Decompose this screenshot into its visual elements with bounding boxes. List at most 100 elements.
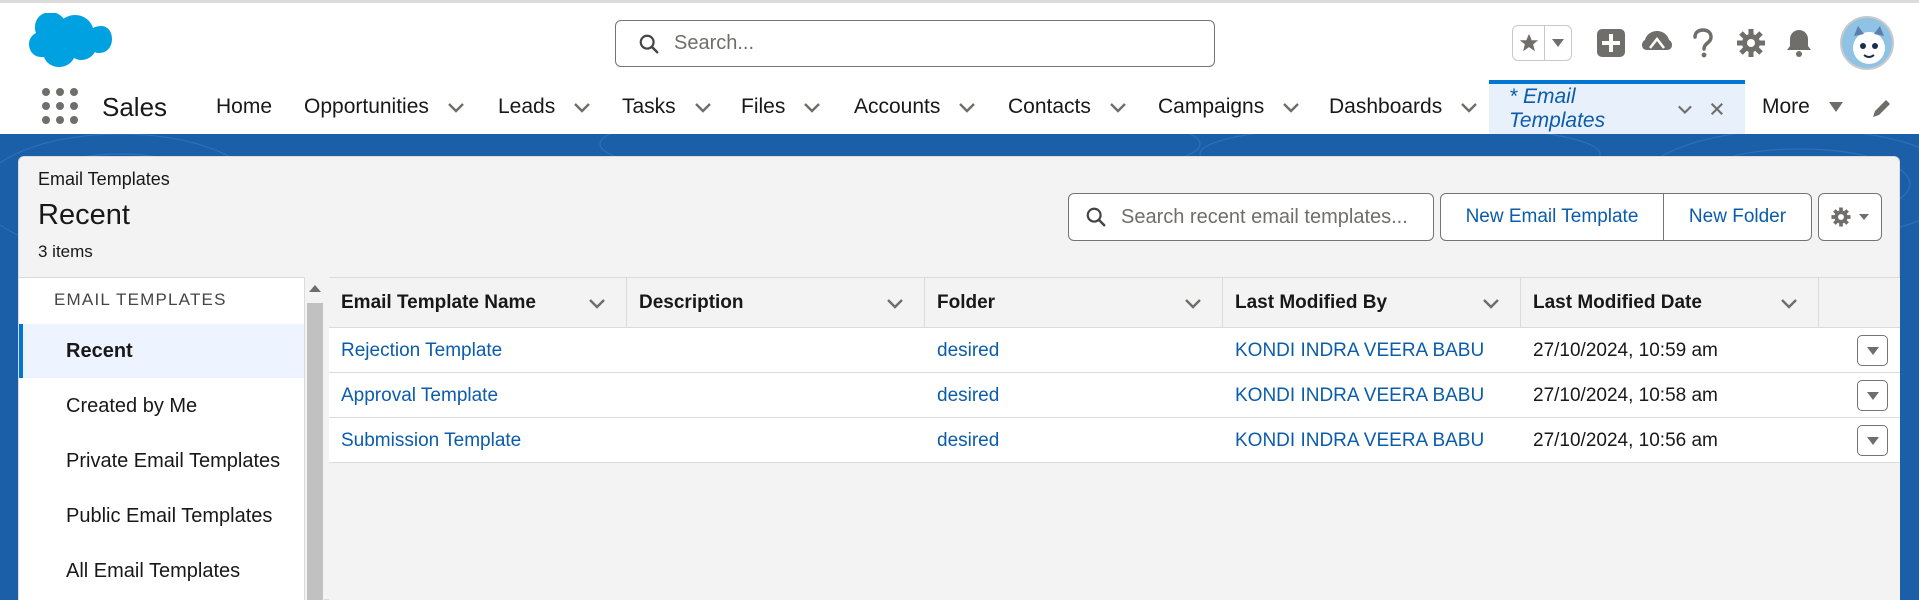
column-header-name[interactable]: Email Template Name <box>329 278 627 328</box>
list-view-title: Recent <box>38 199 130 231</box>
nav-more-menu[interactable]: More <box>1762 80 1844 134</box>
nav-tab-contacts[interactable]: Contacts <box>1008 80 1127 134</box>
global-header: Search... <box>0 0 1919 80</box>
pencil-icon[interactable] <box>1870 96 1894 120</box>
sidebar-item-recent[interactable]: Recent <box>19 324 304 378</box>
chevron-down-icon[interactable] <box>803 98 821 116</box>
row-actions-button[interactable] <box>1857 425 1888 456</box>
nav-tab-label: Tasks <box>622 95 676 118</box>
nav-tab-campaigns[interactable]: Campaigns <box>1158 80 1300 134</box>
nav-tab-tasks[interactable]: Tasks <box>622 80 712 134</box>
nav-tab-opportunities[interactable]: Opportunities <box>304 80 465 134</box>
chevron-down-icon[interactable] <box>1460 98 1478 116</box>
template-name-link[interactable]: Rejection Template <box>341 328 502 373</box>
favorites-button[interactable] <box>1513 26 1545 60</box>
close-icon[interactable] <box>1709 100 1725 118</box>
column-header-modified-date[interactable]: Last Modified Date <box>1521 278 1819 328</box>
folder-sidebar: EMAIL TEMPLATES Recent Created by Me Pri… <box>19 277 304 600</box>
sidebar-item-public[interactable]: Public Email Templates <box>19 489 304 543</box>
modified-by-link[interactable]: KONDI INDRA VEERA BABU <box>1235 373 1484 418</box>
caret-down-icon <box>1866 346 1879 355</box>
sidebar-item-label: Private Email Templates <box>66 449 281 472</box>
row-actions-button[interactable] <box>1857 380 1888 411</box>
nav-tab-files[interactable]: Files <box>741 80 821 134</box>
caret-down-icon <box>1828 102 1843 112</box>
chevron-down-icon[interactable] <box>1184 294 1202 312</box>
chevron-down-icon[interactable] <box>1282 98 1300 116</box>
notifications-button[interactable] <box>1783 27 1815 59</box>
new-email-template-button[interactable]: New Email Template <box>1440 193 1664 241</box>
help-icon <box>1693 28 1713 58</box>
setup-gear-icon <box>1737 29 1765 57</box>
folder-link[interactable]: desired <box>937 328 999 373</box>
global-search-input[interactable]: Search... <box>615 20 1215 67</box>
chevron-down-icon[interactable] <box>1109 98 1127 116</box>
folder-link[interactable]: desired <box>937 373 999 418</box>
sidebar-item-private[interactable]: Private Email Templates <box>19 434 304 488</box>
chevron-down-icon[interactable] <box>573 98 591 116</box>
object-label: Email Templates <box>38 169 170 189</box>
list-search-input[interactable]: Search recent email templates... <box>1068 193 1434 241</box>
nav-tab-accounts[interactable]: Accounts <box>854 80 976 134</box>
list-view-card: Email Templates Recent 3 items Search re… <box>18 156 1900 600</box>
bell-icon <box>1787 30 1811 57</box>
help-button[interactable] <box>1687 27 1719 59</box>
column-label: Folder <box>937 292 996 313</box>
modified-by-link[interactable]: KONDI INDRA VEERA BABU <box>1235 418 1484 463</box>
chevron-down-icon[interactable] <box>958 98 976 116</box>
nav-tab-dashboards[interactable]: Dashboards <box>1329 80 1478 134</box>
scroll-up-icon[interactable] <box>308 283 322 293</box>
row-actions-button[interactable] <box>1857 335 1888 366</box>
chevron-down-icon[interactable] <box>1780 294 1798 312</box>
column-header-folder[interactable]: Folder <box>925 278 1223 328</box>
setup-button[interactable] <box>1735 27 1767 59</box>
global-actions-button[interactable] <box>1595 27 1627 59</box>
nav-tab-label: Leads <box>498 95 556 118</box>
caret-down-icon <box>1859 214 1869 220</box>
column-header-description[interactable]: Description <box>627 278 925 328</box>
template-name-link[interactable]: Submission Template <box>341 418 521 463</box>
chevron-down-icon[interactable] <box>447 98 465 116</box>
avatar[interactable] <box>1840 16 1894 70</box>
column-label: Email Template Name <box>341 292 537 313</box>
sidebar-item-label: Created by Me <box>66 394 198 417</box>
salesforce-cloud-logo[interactable] <box>22 13 112 77</box>
favorites-dropdown[interactable] <box>1545 26 1571 60</box>
star-icon <box>1519 33 1538 52</box>
favorites-button-group <box>1512 25 1572 61</box>
chevron-down-icon[interactable] <box>1677 100 1693 118</box>
column-header-modified-by[interactable]: Last Modified By <box>1223 278 1521 328</box>
chevron-down-icon[interactable] <box>886 294 904 312</box>
add-icon <box>1597 29 1625 57</box>
table-row: Rejection Template desired KONDI INDRA V… <box>329 328 1900 373</box>
template-name-link[interactable]: Approval Template <box>341 373 498 418</box>
column-label: Last Modified By <box>1235 292 1388 313</box>
app-launcher-icon[interactable] <box>42 88 78 124</box>
search-icon <box>1086 207 1106 227</box>
modified-date: 27/10/2024, 10:58 am <box>1533 384 1718 406</box>
scrollbar-thumb[interactable] <box>307 303 323 600</box>
gear-icon <box>1831 207 1851 227</box>
modified-by-link[interactable]: KONDI INDRA VEERA BABU <box>1235 328 1484 373</box>
folder-link[interactable]: desired <box>937 418 999 463</box>
sidebar-item-all[interactable]: All Email Templates <box>19 544 304 598</box>
nav-tab-email-templates[interactable]: * Email Templates <box>1489 80 1745 134</box>
nav-tab-home[interactable]: Home <box>216 80 272 134</box>
column-label: Description <box>639 292 744 313</box>
trailhead-button[interactable] <box>1641 27 1673 59</box>
caret-down-icon <box>1552 39 1564 47</box>
table-row: Submission Template desired KONDI INDRA … <box>329 418 1900 463</box>
sidebar-scrollbar[interactable] <box>304 277 324 600</box>
sidebar-heading: EMAIL TEMPLATES <box>54 290 227 309</box>
list-settings-button[interactable] <box>1818 193 1882 241</box>
nav-more-label: More <box>1762 95 1810 118</box>
chevron-down-icon[interactable] <box>588 294 606 312</box>
sidebar-item-created-by-me[interactable]: Created by Me <box>19 379 304 433</box>
nav-tab-label: Contacts <box>1008 95 1091 118</box>
chevron-down-icon[interactable] <box>694 98 712 116</box>
modified-date: 27/10/2024, 10:56 am <box>1533 429 1718 451</box>
nav-tab-leads[interactable]: Leads <box>498 80 591 134</box>
chevron-down-icon[interactable] <box>1482 294 1500 312</box>
app-nav-bar: Sales Home Opportunities Leads Tasks Fil… <box>0 80 1919 134</box>
new-folder-button[interactable]: New Folder <box>1664 193 1812 241</box>
